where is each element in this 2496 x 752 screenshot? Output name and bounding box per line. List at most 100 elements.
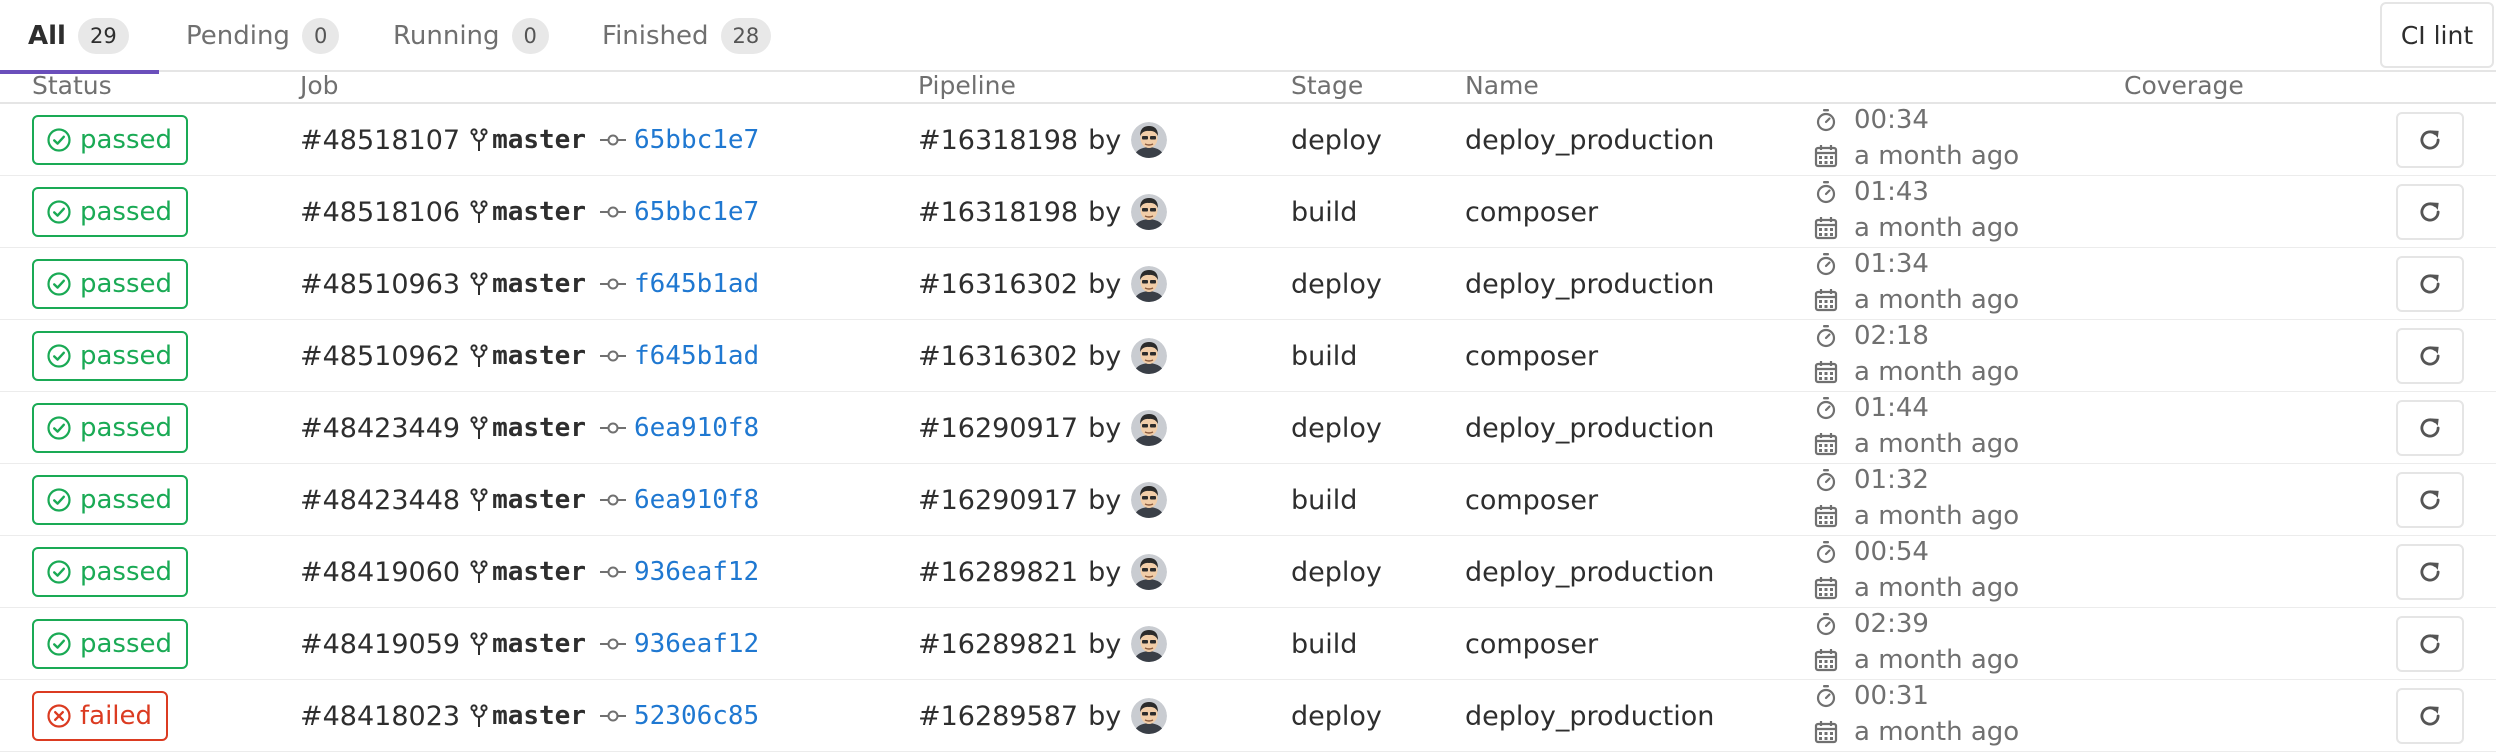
table-row: passed #48518107 master 65bbc1e7 #163181… bbox=[0, 104, 2496, 176]
commit-sha-link[interactable]: f645b1ad bbox=[634, 341, 759, 371]
pipeline-link[interactable]: #16289821 bbox=[918, 557, 1078, 588]
job-link[interactable]: #48518107 bbox=[300, 125, 460, 156]
pipeline-link[interactable]: #16318198 bbox=[918, 197, 1078, 228]
finished-time: a month ago bbox=[1814, 138, 2019, 174]
job-link[interactable]: #48418023 bbox=[300, 701, 460, 732]
ci-lint-button[interactable]: CI lint bbox=[2380, 2, 2494, 68]
commit-sha-link[interactable]: 6ea910f8 bbox=[634, 413, 759, 443]
duration-value: 00:31 bbox=[1854, 681, 1929, 711]
branch-link[interactable]: master bbox=[492, 701, 586, 731]
avatar[interactable] bbox=[1131, 122, 1168, 158]
status-badge[interactable]: passed bbox=[32, 403, 189, 453]
calendar-icon bbox=[1814, 433, 1838, 456]
status-badge[interactable]: passed bbox=[32, 331, 189, 381]
retry-icon bbox=[2420, 346, 2440, 366]
retry-button[interactable] bbox=[2396, 400, 2464, 456]
job-cell: #48510963 master f645b1ad bbox=[300, 248, 759, 320]
pipeline-cell: #16316302 by bbox=[918, 320, 1168, 392]
tab-label: Running bbox=[393, 21, 500, 51]
duration-value: 00:34 bbox=[1854, 105, 1929, 135]
tab-pending[interactable]: Pending 0 bbox=[186, 0, 340, 72]
branch-link[interactable]: master bbox=[492, 413, 586, 443]
status-badge[interactable]: passed bbox=[32, 187, 189, 237]
count-badge: 29 bbox=[77, 18, 129, 54]
job-link[interactable]: #48423449 bbox=[300, 413, 460, 444]
commit-icon bbox=[599, 710, 626, 722]
branch-link[interactable]: master bbox=[492, 197, 586, 227]
branch-icon bbox=[470, 560, 488, 583]
tab-running[interactable]: Running 0 bbox=[393, 0, 549, 72]
branch-link[interactable]: master bbox=[492, 629, 586, 659]
retry-icon bbox=[2420, 130, 2440, 150]
pipeline-link[interactable]: #16316302 bbox=[918, 341, 1078, 372]
commit-icon bbox=[599, 134, 626, 146]
branch-link[interactable]: master bbox=[492, 269, 586, 299]
avatar[interactable] bbox=[1131, 194, 1168, 230]
commit-sha-link[interactable]: 65bbc1e7 bbox=[634, 197, 759, 227]
status-cell: passed bbox=[32, 608, 189, 680]
retry-button[interactable] bbox=[2396, 328, 2464, 384]
pipeline-link[interactable]: #16316302 bbox=[918, 269, 1078, 300]
job-link[interactable]: #48518106 bbox=[300, 197, 460, 228]
pipeline-link[interactable]: #16290917 bbox=[918, 485, 1078, 516]
timing-cell: 01:34 a month ago bbox=[1814, 248, 2114, 320]
avatar[interactable] bbox=[1131, 698, 1168, 734]
retry-button[interactable] bbox=[2396, 616, 2464, 672]
avatar[interactable] bbox=[1131, 554, 1168, 590]
commit-sha-link[interactable]: 936eaf12 bbox=[634, 629, 759, 659]
retry-button[interactable] bbox=[2396, 544, 2464, 600]
job-link[interactable]: #48510962 bbox=[300, 341, 460, 372]
job-link[interactable]: #48423448 bbox=[300, 485, 460, 516]
retry-button[interactable] bbox=[2396, 184, 2464, 240]
status-badge[interactable]: passed bbox=[32, 259, 189, 309]
commit-sha-link[interactable]: 6ea910f8 bbox=[634, 485, 759, 515]
stage-cell: deploy bbox=[1291, 412, 1382, 444]
duration: 00:34 bbox=[1814, 102, 1929, 138]
commit-sha-link[interactable]: 52306c85 bbox=[634, 701, 759, 731]
commit-icon bbox=[599, 638, 626, 650]
avatar[interactable] bbox=[1131, 626, 1168, 662]
pipeline-link[interactable]: #16290917 bbox=[918, 413, 1078, 444]
pipeline-link[interactable]: #16289821 bbox=[918, 629, 1078, 660]
status-badge[interactable]: passed bbox=[32, 475, 189, 525]
status-badge[interactable]: passed bbox=[32, 547, 189, 597]
retry-button[interactable] bbox=[2396, 472, 2464, 528]
commit-sha-link[interactable]: f645b1ad bbox=[634, 269, 759, 299]
avatar[interactable] bbox=[1131, 482, 1168, 518]
retry-button[interactable] bbox=[2396, 256, 2464, 312]
calendar-icon bbox=[1814, 505, 1838, 528]
job-link[interactable]: #48510963 bbox=[300, 269, 460, 300]
status-label: passed bbox=[80, 341, 173, 371]
stopwatch-icon bbox=[1816, 541, 1836, 564]
commit-sha-link[interactable]: 936eaf12 bbox=[634, 557, 759, 587]
jobs-table-body: passed #48518107 master 65bbc1e7 #163181… bbox=[0, 104, 2496, 752]
retry-button[interactable] bbox=[2396, 112, 2464, 168]
branch-link[interactable]: master bbox=[492, 557, 586, 587]
job-link[interactable]: #48419059 bbox=[300, 629, 460, 660]
status-badge[interactable]: failed bbox=[32, 691, 169, 741]
retry-icon bbox=[2420, 562, 2440, 582]
branch-icon bbox=[470, 272, 488, 295]
status-badge[interactable]: passed bbox=[32, 619, 189, 669]
timing-cell: 00:31 a month ago bbox=[1814, 680, 2114, 752]
commit-icon bbox=[599, 494, 626, 506]
tab-finished[interactable]: Finished 28 bbox=[602, 0, 772, 72]
avatar[interactable] bbox=[1131, 410, 1168, 446]
commit-sha-link[interactable]: 65bbc1e7 bbox=[634, 125, 759, 155]
pipeline-link[interactable]: #16318198 bbox=[918, 125, 1078, 156]
pipeline-link[interactable]: #16289587 bbox=[918, 701, 1078, 732]
status-passed-icon bbox=[46, 415, 72, 441]
job-cell: #48423449 master 6ea910f8 bbox=[300, 392, 759, 464]
column-header-status: Status bbox=[32, 71, 112, 100]
column-header-stage: Stage bbox=[1291, 71, 1364, 100]
job-link[interactable]: #48419060 bbox=[300, 557, 460, 588]
branch-link[interactable]: master bbox=[492, 125, 586, 155]
tab-all[interactable]: All 29 bbox=[0, 0, 159, 74]
branch-link[interactable]: master bbox=[492, 341, 586, 371]
avatar[interactable] bbox=[1131, 266, 1168, 302]
branch-link[interactable]: master bbox=[492, 485, 586, 515]
branch-icon bbox=[470, 128, 488, 151]
status-badge[interactable]: passed bbox=[32, 115, 189, 165]
avatar[interactable] bbox=[1131, 338, 1168, 374]
retry-button[interactable] bbox=[2396, 688, 2464, 744]
